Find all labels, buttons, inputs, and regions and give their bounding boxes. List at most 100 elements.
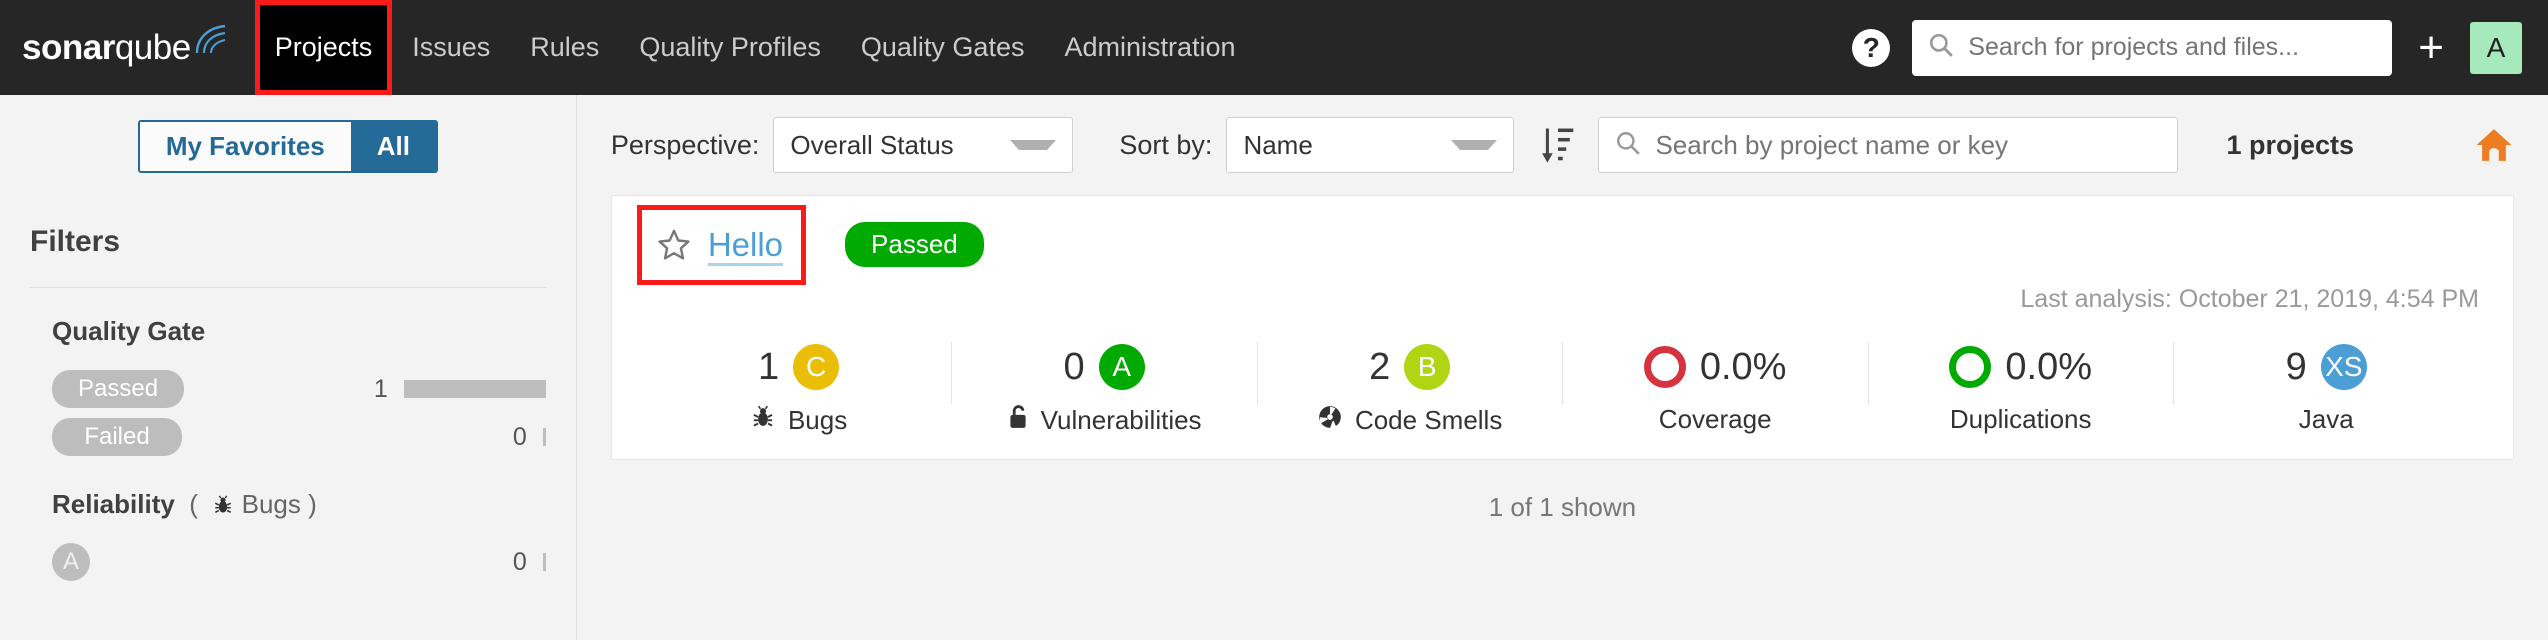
top-navigation-bar: sonarqube Projects Issues Rules Quality … <box>0 0 2548 95</box>
measure-duplications-bottom: Duplications <box>1950 404 2092 435</box>
brand-light: qube <box>114 27 191 67</box>
facet-quality-gate: Quality Gate Passed 1 Failed 0 <box>30 288 546 461</box>
sonarqube-logo[interactable]: sonarqube <box>0 23 229 72</box>
global-search-box[interactable] <box>1912 19 2393 76</box>
measure-duplications-label: Duplications <box>1949 404 2092 434</box>
nav-item-quality-profiles[interactable]: Quality Profiles <box>619 0 841 95</box>
nav-item-administration-label: Administration <box>1064 32 1236 62</box>
facet-row-passed[interactable]: Passed 1 <box>30 365 546 413</box>
bug-icon <box>205 489 234 519</box>
measure-coverage[interactable]: 0.0% Coverage <box>1562 340 1868 435</box>
facet-count-failed-value: 0 <box>512 422 527 451</box>
toggle-all[interactable]: All <box>350 122 436 171</box>
measure-vulnerabilities-label: Vulnerabilities <box>1040 405 1202 435</box>
facet-reliability-title: Reliability ( Bugs ) <box>30 489 546 520</box>
page-body: My Favorites All Filters Quality Gate Pa… <box>0 95 2548 640</box>
nav-item-rules-label: Rules <box>530 32 600 62</box>
facet-bar-failed <box>542 428 546 446</box>
chevron-down-icon <box>1451 140 1498 150</box>
project-card-wrapper: Hello Passed Last analysis: October 21, … <box>577 195 2548 523</box>
avatar-initial: A <box>2486 31 2506 63</box>
measure-bugs[interactable]: 1 C Bugs <box>646 340 952 437</box>
measure-size-value: 9 <box>2285 345 2307 388</box>
duplications-donut-icon <box>1949 346 1992 388</box>
measure-vulnerabilities-top: 0 A <box>1064 340 1145 394</box>
sortby-label: Sort by: <box>1119 129 1213 160</box>
avatar[interactable]: A <box>2470 21 2522 74</box>
measure-duplications-value: 0.0% <box>2005 345 2093 388</box>
facet-quality-gate-title-text: Quality Gate <box>52 316 206 346</box>
project-card-header: Hello Passed <box>636 204 2479 285</box>
nav-item-quality-gates[interactable]: Quality Gates <box>841 0 1045 95</box>
facet-count-reliability-a-value: 0 <box>512 547 527 576</box>
project-name-link[interactable]: Hello <box>708 226 783 264</box>
nav-item-issues[interactable]: Issues <box>392 0 510 95</box>
measure-size-rating: XS <box>2320 344 2367 390</box>
help-icon[interactable]: ? <box>1852 28 1891 67</box>
nav-item-quality-profiles-label: Quality Profiles <box>639 32 821 62</box>
sortby-value: Name <box>1243 129 1313 160</box>
measure-vulnerabilities[interactable]: 0 A Vulnerabilities <box>951 340 1257 437</box>
nav-item-rules[interactable]: Rules <box>510 0 619 95</box>
perspective-select[interactable]: Overall Status <box>773 117 1074 173</box>
search-icon <box>1615 130 1641 161</box>
sonar-waves-icon <box>193 23 229 60</box>
brand-bold: sonar <box>22 27 115 67</box>
nav-items: Projects Issues Rules Quality Profiles Q… <box>254 0 1256 95</box>
sortby-select[interactable]: Name <box>1226 117 1515 173</box>
code-smell-icon <box>1317 404 1343 437</box>
filters-title: Filters <box>30 225 121 258</box>
facet-count-passed: 1 <box>374 375 546 404</box>
plus-icon[interactable]: + <box>2414 25 2448 70</box>
measure-size-language[interactable]: 9 XS Java <box>2173 340 2479 435</box>
facet-row-failed[interactable]: Failed 0 <box>30 413 546 461</box>
sort-descending-icon[interactable] <box>1540 125 1576 165</box>
measure-vulnerabilities-rating: A <box>1098 344 1145 390</box>
measure-coverage-bottom: Coverage <box>1659 404 1772 435</box>
nav-item-administration[interactable]: Administration <box>1044 0 1255 95</box>
facet-count-passed-value: 1 <box>373 374 388 403</box>
project-search-box[interactable] <box>1598 117 2179 173</box>
project-search-input[interactable] <box>1653 128 2162 162</box>
favorites-toggle-row: My Favorites All <box>30 95 546 173</box>
quality-gate-status-badge: Passed <box>845 222 984 267</box>
project-favorite-and-name: Hello <box>636 204 807 285</box>
project-count: 1 projects <box>2226 129 2354 160</box>
home-icon[interactable] <box>2474 126 2514 164</box>
measure-bugs-value: 1 <box>758 345 780 388</box>
star-outline-icon[interactable] <box>656 227 692 263</box>
facet-quality-gate-title: Quality Gate <box>30 316 546 347</box>
measure-bugs-rating: C <box>793 344 840 390</box>
sidebar: My Favorites All Filters Quality Gate Pa… <box>0 95 577 640</box>
toggle-my-favorites[interactable]: My Favorites <box>139 122 351 171</box>
chevron-down-icon <box>1010 140 1057 150</box>
measure-size-top: 9 XS <box>2286 340 2367 394</box>
facet-bar-passed <box>403 380 546 398</box>
facet-row-reliability-a[interactable]: A 0 <box>30 538 546 586</box>
facet-bar-reliability-a <box>542 553 546 571</box>
global-search-input[interactable] <box>1966 32 2377 63</box>
facet-reliability-title-text: Reliability <box>52 489 175 519</box>
favorites-toggle: My Favorites All <box>137 120 438 173</box>
measure-code-smells-top: 2 B <box>1369 340 1451 394</box>
measure-code-smells-bottom: Code Smells <box>1317 404 1502 437</box>
facet-reliability-subtitle: ( Bugs ) <box>182 489 317 519</box>
facet-pill-passed: Passed <box>52 370 185 408</box>
measure-duplications[interactable]: 0.0% Duplications <box>1867 340 2174 435</box>
measure-vulnerabilities-value: 0 <box>1063 345 1085 388</box>
facet-reliability: Reliability ( Bugs ) A 0 <box>30 461 546 586</box>
nav-item-projects[interactable]: Projects <box>254 0 393 95</box>
facet-count-reliability-a: 0 <box>513 548 546 577</box>
measure-duplications-top: 0.0% <box>1949 340 2092 394</box>
measure-code-smells-label: Code Smells <box>1354 405 1503 435</box>
last-analysis-text: Last analysis: October 21, 2019, 4:54 PM <box>2020 285 2479 313</box>
measure-vulnerabilities-bottom: Vulnerabilities <box>1007 404 1202 437</box>
perspective-label: Perspective: <box>610 129 760 160</box>
main-content: Perspective: Overall Status Sort by: Nam… <box>577 95 2548 640</box>
measure-code-smells[interactable]: 2 B Code Smells <box>1256 340 1563 437</box>
nav-item-issues-label: Issues <box>412 32 491 62</box>
facet-rating-a: A <box>52 543 90 581</box>
measure-coverage-label: Coverage <box>1658 404 1772 434</box>
project-measures: 1 C Bugs 0 A Vulnerabilities 2 B Code Sm… <box>646 340 2479 437</box>
measure-code-smells-rating: B <box>1404 344 1451 390</box>
